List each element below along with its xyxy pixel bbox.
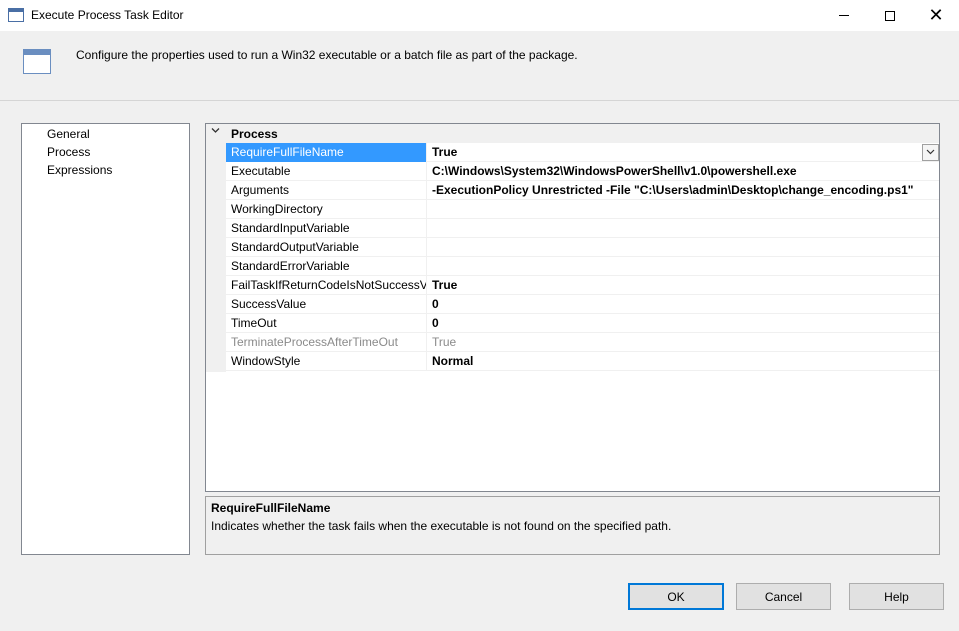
property-value[interactable]: Normal xyxy=(428,352,938,371)
property-value[interactable]: 0 xyxy=(428,295,938,314)
property-row-standarderrorvariable[interactable]: StandardErrorVariable xyxy=(226,257,939,276)
property-row-executable[interactable]: Executable C:\Windows\System32\WindowsPo… xyxy=(226,162,939,181)
help-button[interactable]: Help xyxy=(849,583,944,610)
chevron-down-icon[interactable] xyxy=(211,126,220,138)
grid-margin xyxy=(206,124,226,372)
task-window-icon xyxy=(23,49,51,74)
ok-button[interactable]: OK xyxy=(628,583,724,610)
property-value: True xyxy=(432,335,457,349)
property-value[interactable]: C:\Windows\System32\WindowsPowerShell\v1… xyxy=(428,162,938,181)
minimize-icon xyxy=(839,15,849,16)
property-name[interactable]: WorkingDirectory xyxy=(226,200,427,219)
property-value[interactable]: True xyxy=(428,143,938,162)
property-row-requirefullfilename[interactable]: RequireFullFileName True xyxy=(226,143,939,162)
property-name[interactable]: StandardErrorVariable xyxy=(226,257,427,276)
property-name[interactable]: SuccessValue xyxy=(226,295,427,314)
property-row-successvalue[interactable]: SuccessValue 0 xyxy=(226,295,939,314)
dropdown-button[interactable] xyxy=(922,144,939,161)
close-icon: ✕ xyxy=(928,4,944,26)
property-name: TerminateProcessAfterTimeOut xyxy=(226,333,427,352)
property-row-terminateprocessaftertimeout[interactable]: TerminateProcessAfterTimeOut True xyxy=(226,333,939,352)
nav-item-expressions[interactable]: Expressions xyxy=(47,163,112,180)
category-row-process[interactable]: Process xyxy=(206,124,939,143)
nav-item-process[interactable]: Process xyxy=(47,145,90,162)
property-value[interactable]: True xyxy=(428,276,938,295)
property-value[interactable] xyxy=(428,257,938,276)
property-name[interactable]: StandardOutputVariable xyxy=(226,238,427,257)
property-value[interactable] xyxy=(428,200,938,219)
property-row-standardoutputvariable[interactable]: StandardOutputVariable xyxy=(226,238,939,257)
property-row-timeout[interactable]: TimeOut 0 xyxy=(226,314,939,333)
property-grid: Process RequireFullFileName True Executa… xyxy=(205,123,940,492)
property-row-windowstyle[interactable]: WindowStyle Normal xyxy=(226,352,939,371)
maximize-button[interactable] xyxy=(867,0,913,31)
close-button[interactable]: ✕ xyxy=(913,0,959,31)
maximize-icon xyxy=(885,10,895,21)
property-value[interactable] xyxy=(428,219,938,238)
property-value[interactable]: 0 xyxy=(428,314,938,333)
description-title: RequireFullFileName xyxy=(211,501,331,515)
description-text: Indicates whether the task fails when th… xyxy=(211,519,672,533)
property-description-panel: RequireFullFileName Indicates whether th… xyxy=(205,496,940,555)
category-label: Process xyxy=(231,127,278,141)
cancel-button[interactable]: Cancel xyxy=(736,583,831,610)
window-app-icon xyxy=(8,8,24,22)
header-description: Configure the properties used to run a W… xyxy=(76,48,578,62)
window-title: Execute Process Task Editor xyxy=(31,8,184,22)
property-row-standardinputvariable[interactable]: StandardInputVariable xyxy=(226,219,939,238)
property-name[interactable]: TimeOut xyxy=(226,314,427,333)
property-name[interactable]: RequireFullFileName xyxy=(226,143,427,162)
minimize-button[interactable] xyxy=(821,0,867,31)
property-name[interactable]: Arguments xyxy=(226,181,427,200)
property-name[interactable]: FailTaskIfReturnCodeIsNotSuccessVal xyxy=(226,276,427,295)
nav-item-general[interactable]: General xyxy=(47,127,90,144)
header-divider xyxy=(0,100,959,101)
property-value[interactable] xyxy=(428,238,938,257)
property-row-arguments[interactable]: Arguments -ExecutionPolicy Unrestricted … xyxy=(226,181,939,200)
nav-panel: General Process Expressions xyxy=(21,123,190,555)
property-row-failtaskifreturncode[interactable]: FailTaskIfReturnCodeIsNotSuccessVal True xyxy=(226,276,939,295)
title-bar: Execute Process Task Editor ✕ xyxy=(0,0,959,31)
property-row-workingdirectory[interactable]: WorkingDirectory xyxy=(226,200,939,219)
property-name[interactable]: StandardInputVariable xyxy=(226,219,427,238)
property-name[interactable]: Executable xyxy=(226,162,427,181)
property-value[interactable]: -ExecutionPolicy Unrestricted -File "C:\… xyxy=(428,181,938,200)
property-name[interactable]: WindowStyle xyxy=(226,352,427,371)
